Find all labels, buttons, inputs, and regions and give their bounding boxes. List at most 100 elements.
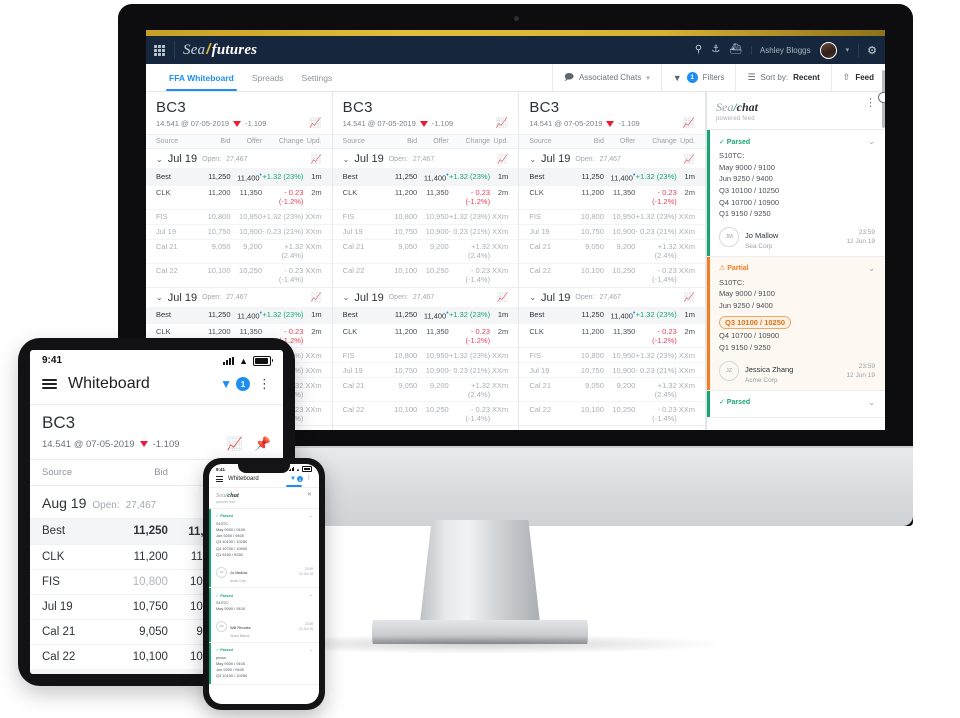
gear-icon[interactable]: ⚙ [858, 43, 877, 57]
message-status-row: ✓ Parsed ⌄ [216, 513, 313, 519]
cell-bid: 10,750 [394, 365, 418, 375]
group-header[interactable]: ⌄Jul 19Open:27,467📈 [333, 288, 519, 307]
chat-message[interactable]: ✓ Parsed ⌄ pmax: May 9000 / 9100 Jun 9250 / … [209, 642, 319, 685]
table-row[interactable]: Jul 19 10,750 10,900- 0.23 (21%)XXm [519, 362, 706, 377]
table-row[interactable]: CLK 11,200 11,350 - 0.23 (-1.2%) 2m [332, 323, 519, 347]
sparkline-icon[interactable]: 📈 [227, 436, 243, 452]
col-source: Source [42, 467, 73, 478]
location-pin-icon[interactable]: ⚲ [695, 45, 702, 55]
sparkline-icon[interactable]: 📈 [496, 118, 508, 129]
chevron-down-icon[interactable]: ⌄ [309, 647, 313, 653]
chevron-down-icon[interactable]: ⌄ [343, 155, 350, 164]
table-row[interactable]: FIS 10,800 10,950+1.32 (23%)XXm [332, 208, 519, 224]
chat-message[interactable]: ⚠ Partial ⌄ S10TC: May 9000 / 9100 Jun 9250 … [707, 256, 885, 391]
funnel-icon[interactable]: ▼ [220, 377, 232, 391]
table-row[interactable]: Best 11,250 11,400• +1.32 (23%) 1m [519, 168, 706, 185]
chevron-down-icon[interactable]: ⌄ [343, 293, 350, 302]
table-row[interactable]: Best 11,250 11,400• +1.32 (23%) 1m [519, 306, 706, 323]
chevron-down-icon[interactable]: ▾ [846, 46, 850, 54]
tab-settings[interactable]: Settings [293, 64, 342, 91]
table-row[interactable]: Jul 19 10,750 10,900- 0.23 (21%)XXm [519, 223, 706, 239]
table-row[interactable]: Best 11,250 11,400• +1.32 (23%) 1m [146, 306, 332, 323]
table-row[interactable]: CLK 11,200 11,350 - 0.23 (-1.2%) 2m [519, 184, 706, 209]
chevron-down-icon[interactable]: ⌄ [868, 398, 875, 407]
table-row[interactable]: Best 11,250 11,400• +1.32 (23%) 1m [332, 168, 519, 185]
table-row[interactable]: Cal 21 9,050 9,200 +1.32 (2.4%)XXm [519, 238, 706, 263]
sort-button[interactable]: ☰ Sort by: Recent [735, 64, 830, 91]
table-row[interactable]: Cal 21 9,050 9,200 +1.32 (2.4%)XXm [519, 377, 706, 401]
cell-source: Best [342, 171, 358, 181]
group-header[interactable]: ⌄Jul 19Open:27,467📈 [519, 149, 705, 168]
table-row[interactable]: FIS 10,800 10,950+1.32 (23%)XXm [332, 347, 519, 362]
table-row[interactable]: FIS 10,800 10,950+1.32 (23%)XXm [146, 208, 332, 224]
chevron-down-icon[interactable]: ⌄ [868, 137, 875, 146]
group-header[interactable]: ⌄Jul 19Open:27,467📈 [519, 426, 705, 430]
table-row[interactable]: FIS 10,800 10,950+1.32 (23%)XXm [519, 347, 706, 362]
table-row[interactable]: Cal 21 9,050 9,200 +1.32 (2.4%)XXm [332, 238, 519, 263]
hamburger-menu-icon[interactable] [216, 476, 223, 482]
filters-button[interactable]: ▼ 1 Filters [660, 64, 736, 91]
associated-chats-button[interactable]: 🗩 Associated Chats ▾ [551, 64, 661, 91]
table-row[interactable]: Jul 19 10,750 10,900- 0.23 (21%)XXm [332, 223, 519, 239]
chat-message[interactable]: ✓ Parsed ⌄ S10TC: May 9000 / 9100 Jun 9250 /… [209, 508, 319, 588]
sparkline-icon[interactable]: 📈 [683, 118, 695, 129]
hamburger-menu-icon[interactable] [42, 379, 57, 389]
kebab-menu-icon[interactable]: ⋮ [865, 98, 876, 109]
table-row[interactable]: Jul 19 10,750 10,900- 0.23 (21%)XXm [146, 223, 332, 239]
cell-source: Cal 22 [529, 404, 552, 414]
chevron-down-icon[interactable]: ⌄ [156, 155, 163, 164]
table-row[interactable]: FIS 10,800 10,950+1.32 (23%)XXm [519, 208, 706, 224]
group-header[interactable]: ⌄Jul 19Open:27,467📈 [146, 288, 332, 307]
pin-icon[interactable]: 📌 [255, 436, 271, 452]
group-header[interactable]: ⌄Jul 19Open:27,467📈 [333, 426, 519, 430]
table-row[interactable]: Cal 22 10,100 10,250 - 0.23 (-1.4%)XXm [332, 262, 519, 287]
chat-message[interactable]: ✓ Parsed ⌄ S10TC: May 9000 / 9100 WR Will Rho… [209, 588, 319, 643]
kebab-menu-icon[interactable]: ⋮ [306, 476, 312, 481]
chat-message[interactable]: ✓ Parsed ⌄ S10TC: May 9000 / 9100 Jun 9250 /… [707, 130, 885, 257]
sparkline-icon[interactable]: 📈 [497, 292, 508, 303]
table-row[interactable]: Cal 21 9,050 9,200 +1.32 (2.4%)XXm [332, 377, 519, 401]
sparkline-icon[interactable]: 📈 [497, 154, 508, 165]
chat-message[interactable]: ✓ Parsed ⌄ [707, 390, 885, 418]
table-row[interactable]: Best 11,250 11,400• +1.32 (23%) 1m [332, 306, 519, 323]
table-row[interactable]: Cal 22 10,100 10,250 - 0.23 (-1.4%)XXm [519, 262, 706, 287]
group-header[interactable]: ⌄Jul 19Open:27,467📈 [519, 288, 705, 307]
tab-ffa-whiteboard[interactable]: FFA Whiteboard [160, 64, 243, 91]
table-row[interactable]: Cal 22 10,100 10,250 - 0.23 (-1.4%)XXm [519, 401, 706, 425]
table-row[interactable]: CLK 11,200 11,350 - 0.23 (-1.2%) 2m [332, 184, 519, 209]
table-row[interactable]: CLK 11,200 11,350 - 0.23 (-1.2%) 2m [146, 184, 332, 209]
chevron-down-icon[interactable]: ⌄ [156, 293, 163, 302]
table-row[interactable]: Cal 22 10,100 10,250 - 0.23 (-1.4%)XXm [146, 262, 332, 287]
scrollbar-handle[interactable] [878, 92, 885, 103]
anchor-icon[interactable]: ⚓ [711, 45, 720, 55]
table-row[interactable]: Jul 19 10,750 10,900- 0.23 (21%)XXm [332, 362, 519, 377]
group-header[interactable]: ⌄Jul 19Open:27,467📈 [146, 149, 332, 168]
chevron-down-icon[interactable]: ⌄ [529, 293, 536, 302]
table-row[interactable]: Cal 21 9,050 9,200 +1.32 (2.4%)XXm [146, 238, 332, 263]
chevron-down-icon[interactable]: ⌄ [309, 592, 313, 598]
ship-icon[interactable]: ⛴ [729, 45, 742, 55]
sparkline-icon[interactable]: 📈 [684, 292, 695, 303]
avatar[interactable] [819, 41, 837, 59]
cell-bid: 11,250 [208, 171, 231, 181]
chevron-down-icon[interactable]: ⌄ [309, 513, 313, 519]
tab-spreads[interactable]: Spreads [243, 64, 293, 91]
column-headers: Source Bid Offer Change Upd. [332, 134, 519, 149]
feed-button[interactable]: ⇧ Feed [830, 64, 885, 91]
table-row[interactable]: Best 11,250 11,400• +1.32 (23%) 1m [146, 168, 332, 185]
apps-grid-icon[interactable] [154, 44, 165, 56]
chevron-down-icon[interactable]: ⌄ [529, 155, 536, 164]
group-header[interactable]: ⌄Jul 19Open:27,467📈 [333, 149, 519, 168]
phone-message-list[interactable]: ✓ Parsed ⌄ S10TC: May 9000 / 9100 Jun 9250 /… [209, 508, 319, 685]
close-icon[interactable]: ✕ [307, 492, 312, 498]
table-row[interactable]: Cal 22 10,100 10,250 - 0.23 (-1.4%)XXm [332, 401, 519, 425]
kebab-menu-icon[interactable]: ⋮ [258, 377, 271, 390]
sparkline-icon[interactable]: 📈 [309, 118, 321, 129]
chat-message-list[interactable]: ✓ Parsed ⌄ S10TC: May 9000 / 9100 Jun 9250 /… [707, 130, 885, 430]
funnel-icon[interactable]: ▼ [290, 476, 296, 482]
sparkline-icon[interactable]: 📈 [684, 154, 695, 165]
sparkline-icon[interactable]: 📈 [310, 292, 321, 303]
table-row[interactable]: CLK 11,200 11,350 - 0.23 (-1.2%) 2m [519, 323, 706, 347]
sparkline-icon[interactable]: 📈 [310, 154, 321, 165]
chevron-down-icon[interactable]: ⌄ [868, 264, 875, 273]
